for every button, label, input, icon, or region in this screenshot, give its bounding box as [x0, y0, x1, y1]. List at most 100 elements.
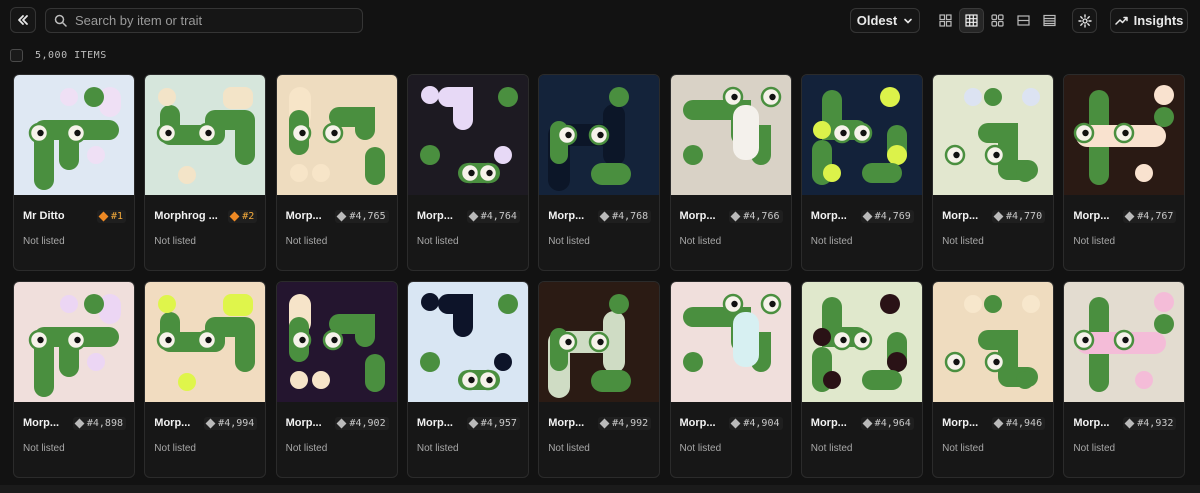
nft-name: Morp... — [548, 210, 585, 222]
nft-thumbnail[interactable] — [539, 282, 660, 402]
diamond-icon — [205, 418, 216, 429]
nft-card[interactable]: Morp... #4,767 Not listed — [1063, 74, 1186, 271]
select-all-checkbox[interactable] — [10, 48, 23, 62]
nft-thumbnail[interactable] — [933, 282, 1054, 402]
rarity-rank-badge: #4,957 — [466, 417, 520, 430]
sort-dropdown[interactable]: Oldest — [850, 8, 920, 33]
item-count: 5,000 ITEMS — [35, 49, 107, 61]
listing-status: Not listed — [942, 443, 984, 454]
rarity-rank: #4,766 — [743, 211, 780, 222]
nft-card[interactable]: Mr Ditto #1 Not listed — [13, 74, 135, 271]
diamond-icon — [229, 211, 240, 222]
nft-thumbnail[interactable] — [933, 75, 1054, 195]
view-table-button[interactable] — [1037, 8, 1062, 33]
trend-line-icon — [1114, 16, 1128, 25]
listing-status: Not listed — [23, 443, 65, 454]
nft-card[interactable]: Morp... #4,764 Not listed — [406, 74, 529, 271]
nft-name: Morp... — [285, 210, 322, 222]
nft-card[interactable]: Morp... #4,994 Not listed — [144, 281, 267, 478]
nft-thumbnail[interactable] — [670, 282, 791, 402]
nft-thumbnail[interactable] — [1064, 75, 1185, 195]
grid-small-icon — [939, 14, 952, 27]
nft-name: Morp... — [810, 417, 847, 429]
search-icon — [54, 14, 67, 27]
nft-name: Morp... — [154, 417, 191, 429]
view-mode-group — [933, 8, 1062, 33]
rarity-rank-badge: #4,904 — [729, 417, 783, 430]
listing-status: Not listed — [548, 236, 590, 247]
bottom-bar — [0, 485, 1200, 493]
view-grid-small-button[interactable] — [933, 8, 958, 33]
nft-name: Morp... — [548, 417, 585, 429]
grid-medium-icon — [965, 14, 978, 27]
view-grid-medium-button[interactable] — [959, 8, 984, 33]
listing-status: Not listed — [679, 443, 722, 454]
nft-thumbnail[interactable] — [14, 75, 134, 195]
rarity-rank-badge: #4,994 — [204, 417, 258, 430]
rarity-rank-badge: #4,767 — [1123, 210, 1177, 223]
nft-thumbnail[interactable] — [801, 75, 922, 195]
rarity-rank: #4,898 — [86, 418, 123, 429]
nft-card[interactable]: Morp... #4,768 Not listed — [538, 74, 661, 271]
nft-card[interactable]: Morp... #4,946 Not listed — [932, 281, 1055, 478]
nft-thumbnail[interactable] — [407, 282, 528, 402]
nft-card[interactable]: Morp... #4,992 Not listed — [538, 281, 661, 478]
settings-button[interactable] — [1072, 8, 1097, 33]
nft-name: Morp... — [679, 417, 716, 429]
rarity-rank: #4,768 — [612, 211, 649, 222]
nft-thumbnail[interactable] — [670, 75, 791, 195]
rarity-rank: #4,902 — [349, 418, 386, 429]
rarity-rank-badge: #4,992 — [598, 417, 652, 430]
view-grid-large-button[interactable] — [985, 8, 1010, 33]
nft-thumbnail[interactable] — [145, 282, 266, 402]
nft-card[interactable]: Morp... #4,957 Not listed — [406, 281, 529, 478]
diamond-icon — [337, 211, 347, 222]
diamond-icon — [1124, 418, 1135, 429]
nft-name: Morp... — [810, 210, 847, 222]
nft-card[interactable]: Morp... #4,904 Not listed — [669, 281, 792, 478]
nft-thumbnail[interactable] — [801, 282, 922, 402]
diamond-icon — [599, 211, 610, 222]
nft-card[interactable]: Morp... #4,770 Not listed — [932, 74, 1055, 271]
nft-name: Morp... — [416, 210, 453, 222]
nft-card[interactable]: Morp... #4,765 Not listed — [275, 74, 398, 271]
nft-thumbnail[interactable] — [276, 282, 397, 402]
search-input[interactable] — [75, 13, 355, 28]
nft-thumbnail[interactable] — [407, 75, 528, 195]
table-icon — [1043, 14, 1056, 27]
diamond-icon — [468, 418, 479, 429]
nft-card[interactable]: Morp... #4,766 Not listed — [669, 74, 792, 271]
nft-card[interactable]: Morp... #4,964 Not listed — [800, 281, 923, 478]
nft-thumbnail[interactable] — [276, 75, 397, 195]
rarity-rank-badge: #4,932 — [1123, 417, 1177, 430]
rarity-rank-badge: #4,769 — [860, 210, 914, 223]
collapse-sidebar-button[interactable] — [10, 7, 36, 33]
rarity-rank: #4,994 — [218, 418, 255, 429]
nft-card[interactable]: Morp... #4,902 Not listed — [275, 281, 398, 478]
nft-thumbnail[interactable] — [539, 75, 660, 195]
diamond-icon — [599, 418, 610, 429]
nft-name: Morp... — [1073, 210, 1110, 222]
nft-thumbnail[interactable] — [1064, 282, 1185, 402]
diamond-icon — [862, 211, 873, 222]
gear-icon — [1077, 13, 1092, 28]
rarity-rank: #4,946 — [1005, 418, 1043, 429]
nft-thumbnail[interactable] — [145, 75, 266, 195]
nft-card[interactable]: Morp... #4,769 Not listed — [800, 74, 923, 271]
listing-status: Not listed — [679, 236, 722, 247]
diamond-icon — [337, 418, 347, 429]
nft-card[interactable]: Morphrog ... #2 Not listed — [144, 74, 267, 271]
listing-status: Not listed — [416, 236, 459, 247]
rarity-rank: #4,932 — [1137, 418, 1174, 429]
insights-button[interactable]: Insights — [1110, 8, 1188, 33]
nft-card[interactable]: Morp... #4,932 Not listed — [1063, 281, 1186, 478]
nft-card[interactable]: Morp... #4,898 Not listed — [13, 281, 135, 478]
nft-name: Morp... — [416, 417, 453, 429]
double-chevron-left-icon — [18, 15, 28, 25]
search-bar[interactable] — [45, 8, 363, 33]
diamond-icon — [98, 211, 109, 222]
view-list-button[interactable] — [1011, 8, 1036, 33]
listing-status: Not listed — [154, 236, 196, 247]
nft-thumbnail[interactable] — [14, 282, 134, 402]
rarity-rank-badge: #4,946 — [991, 417, 1046, 430]
